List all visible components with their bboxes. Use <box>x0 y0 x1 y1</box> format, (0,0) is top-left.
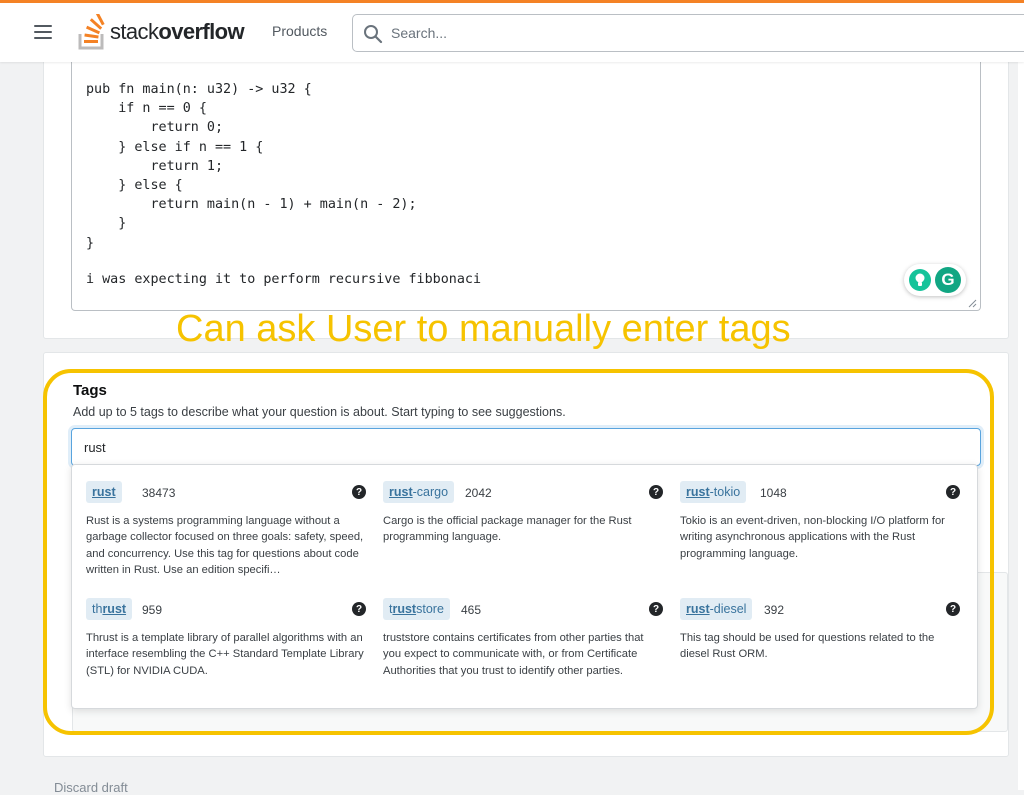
search-icon <box>364 25 383 44</box>
tag-suggestions-dropdown: rust 38473 ? Rust is a systems programmi… <box>71 464 978 709</box>
tag-count: 1048 <box>760 486 787 500</box>
tag-chip[interactable]: thrust <box>86 598 133 620</box>
discard-draft-link[interactable]: Discard draft <box>54 780 128 795</box>
tag-excerpt: Thrust is a template library of parallel… <box>86 632 364 677</box>
tags-input[interactable] <box>82 436 962 458</box>
hamburger-menu-icon[interactable] <box>34 25 52 39</box>
tag-excerpt: Tokio is an event-driven, non-blocking I… <box>680 515 945 560</box>
help-icon[interactable]: ? <box>946 485 960 499</box>
tags-label: Tags <box>73 382 107 399</box>
grammarly-icon[interactable]: G <box>935 267 961 293</box>
resize-grip-icon[interactable] <box>967 298 977 308</box>
annotation-caption: Can ask User to manually enter tags <box>176 308 791 350</box>
tag-chip[interactable]: rust <box>86 481 122 503</box>
help-icon[interactable]: ? <box>946 602 960 616</box>
tag-count: 465 <box>461 603 482 617</box>
search-box[interactable] <box>352 14 1024 52</box>
tags-input-box[interactable] <box>71 428 981 466</box>
stackoverflow-logo[interactable]: stackoverflow <box>78 12 245 52</box>
tag-count: 392 <box>764 603 785 617</box>
tag-suggestion[interactable]: thrust 959 ? Thrust is a template librar… <box>86 598 366 679</box>
help-icon[interactable]: ? <box>352 485 366 499</box>
help-icon[interactable]: ? <box>352 602 366 616</box>
tag-count: 2042 <box>465 486 492 500</box>
tag-count: 959 <box>142 603 163 617</box>
tags-description: Add up to 5 tags to describe what your q… <box>73 405 566 419</box>
stack-logo-icon <box>78 14 105 50</box>
question-body-editor[interactable]: pub fn main(n: u32) -> u32 { if n == 0 {… <box>71 62 981 311</box>
help-icon[interactable]: ? <box>649 485 663 499</box>
search-input[interactable] <box>389 21 989 45</box>
tag-suggestion[interactable]: rust-cargo 2042 ? Cargo is the official … <box>383 481 663 546</box>
tag-excerpt: Rust is a systems programming language w… <box>86 515 364 576</box>
tag-excerpt: truststore contains certificates from ot… <box>383 632 644 677</box>
tag-suggestion[interactable]: truststore 465 ? truststore contains cer… <box>383 598 663 679</box>
tag-suggestion[interactable]: rust-tokio 1048 ? Tokio is an event-driv… <box>680 481 960 562</box>
top-bar: stackoverflow Products <box>0 0 1024 62</box>
code-block: pub fn main(n: u32) -> u32 { if n == 0 {… <box>86 82 417 251</box>
tag-chip[interactable]: rust-tokio <box>680 481 747 503</box>
tag-chip[interactable]: rust-diesel <box>680 598 753 620</box>
tag-chip[interactable]: truststore <box>383 598 450 620</box>
tag-excerpt: This tag should be used for questions re… <box>680 632 935 661</box>
lightbulb-icon[interactable] <box>909 269 931 291</box>
tag-suggestion[interactable]: rust 38473 ? Rust is a systems programmi… <box>86 481 366 578</box>
logo-wordmark: stackoverflow <box>110 19 245 44</box>
products-link[interactable]: Products <box>272 23 327 39</box>
tag-count: 38473 <box>142 486 176 500</box>
page: stackoverflow Products pub fn main(n: u3… <box>0 0 1024 795</box>
grammarly-widget[interactable]: G <box>904 264 966 296</box>
tag-suggestion[interactable]: rust-diesel 392 ? This tag should be use… <box>680 598 960 663</box>
tag-chip[interactable]: rust-cargo <box>383 481 455 503</box>
tag-excerpt: Cargo is the official package manager fo… <box>383 515 632 544</box>
body-note-text: i was expecting it to perform recursive … <box>86 272 482 287</box>
help-icon[interactable]: ? <box>649 602 663 616</box>
